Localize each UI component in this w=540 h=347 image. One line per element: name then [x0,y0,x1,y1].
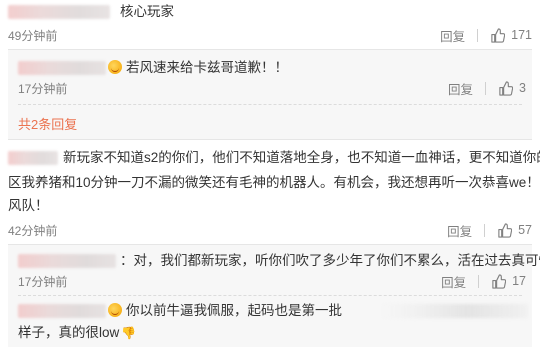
thumbs-up-icon [498,222,513,238]
reply-text-line: 样子，真的很low 👎 [18,323,136,343]
thumbs-up-icon [491,27,506,43]
like-count: 17 [512,274,526,288]
like-count: 57 [518,223,532,237]
username-blurred[interactable] [8,151,58,165]
like-button[interactable]: 171 [490,27,532,43]
obscured-text [380,304,528,318]
reply-actions: 回复 3 [448,79,526,97]
reply-actions: 回复 17 [441,272,526,290]
like-button[interactable]: 3 [498,80,526,96]
reply-text: 你以前牛逼我佩服，起码也是第一批 [108,301,342,321]
comment-text-line: 区我养猪和10分钟一刀不漏的微笑还有毛神的机器人。有机会，我还想再听一次恭喜we… [8,175,540,190]
username-blurred[interactable] [18,254,116,268]
comment-text-line: 风队！ [8,198,49,213]
reply-button[interactable]: 回复 [447,221,472,240]
action-divider [478,274,480,288]
like-count: 3 [519,81,526,95]
username-blurred[interactable] [8,5,110,19]
username-blurred[interactable] [18,61,106,75]
action-divider [484,223,486,237]
thumbs-down-emoji-icon: 👎 [121,326,137,340]
reply-button[interactable]: 回复 [441,272,466,291]
like-button[interactable]: 57 [497,222,532,238]
comment-time: 49分钟前 [8,29,58,43]
crown-emoji-icon [108,303,122,317]
reply-time: 17分钟前 [18,82,68,96]
comment-text: 核心玩家 [120,4,174,19]
comment-text-line: 新玩家不知道s2的你们，他们不知道落地全身，也不知道一血神话，更不知道你的野 [63,150,540,165]
reply-time: 17分钟前 [18,275,68,289]
reply-text: 若风速来给卡兹哥道歉！！ [108,58,288,78]
action-divider [477,28,479,42]
crown-emoji-icon [108,60,122,74]
more-replies-link[interactable]: 共2条回复 [18,114,77,133]
reply-button[interactable]: 回复 [448,79,473,98]
like-button[interactable]: 17 [491,273,526,289]
reply-text: ：对，我们都新玩家，听你们吹了多少年了你们不累么，活在过去真可怜 [120,253,540,268]
reply-list: 若风速来给卡兹哥道歉！！ 17分钟前 回复 3 共2条回复 [8,50,532,139]
action-divider [485,81,487,95]
comment-actions: 回复 57 [447,221,532,239]
thumbs-up-icon [492,273,507,289]
thumbs-up-icon [499,80,514,96]
reply-button[interactable]: 回复 [440,26,465,45]
comment-actions: 回复 171 [440,26,532,44]
like-count: 171 [511,28,532,42]
comment-time: 42分钟前 [8,224,58,238]
username-blurred[interactable] [18,304,106,318]
reply-list: ：对，我们都新玩家，听你们吹了多少年了你们不累么，活在过去真可怜 17分钟前 回… [8,245,540,347]
